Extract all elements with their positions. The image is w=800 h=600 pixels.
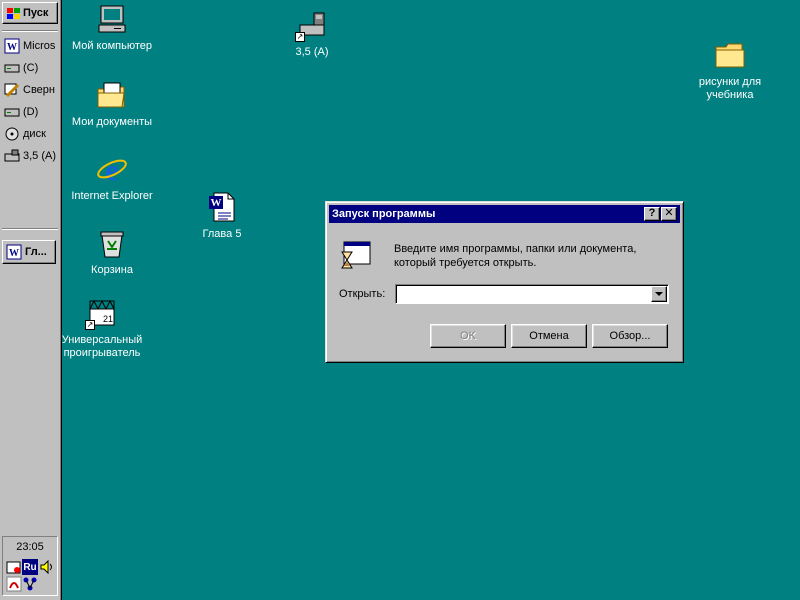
system-tray: 23:05 Ru [2,536,58,596]
floppy-drive-icon: ↗ [295,8,329,42]
start-label: Пуск [23,7,49,19]
desktop-icon-folder-illustrations[interactable]: рисунки для учебника [682,38,778,102]
desktop-icon-internet-explorer[interactable]: e Internet Explorer [64,152,160,203]
quick-launch-word[interactable]: W Micros [4,36,60,56]
quick-launch-drive-d[interactable]: (D) [4,102,60,122]
windows-logo-icon [6,7,21,20]
media-player-icon: 21 ↗ [85,296,119,330]
chevron-down-icon[interactable] [651,286,667,302]
desktop-icon-my-documents[interactable]: Мои документы [64,78,160,129]
desktop-icon-my-computer[interactable]: Мой компьютер [64,2,160,53]
open-input[interactable] [398,287,648,301]
language-indicator[interactable]: Ru [22,559,38,575]
my-documents-icon [95,78,129,112]
dialog-titlebar[interactable]: Запуск программы ? ✕ [329,205,680,223]
svg-text:W: W [7,42,17,53]
taskbar-divider [2,228,58,230]
quick-launch-floppy[interactable]: 3,5 (A) [4,146,60,166]
open-label: Открыть: [339,288,386,300]
desktop-icon-chapter5[interactable]: W Глава 5 [174,190,270,241]
desktop-icon-recycle-bin[interactable]: Корзина [64,226,160,277]
clock[interactable]: 23:05 [3,541,57,553]
word-icon: W [6,244,22,260]
network-icon[interactable] [22,576,38,592]
cd-drive-icon [4,126,20,142]
quick-launch-minimize-all[interactable]: Сверн [4,80,60,100]
minimize-windows-icon [4,82,20,98]
run-program-icon [338,240,372,274]
drive-icon [4,104,20,120]
dialog-title: Запуск программы [332,208,436,220]
my-computer-icon [95,2,129,36]
taskbar-divider [2,30,58,32]
dialog-description: Введите имя программы, папки или докумен… [394,243,637,269]
floppy-drive-icon [4,148,20,164]
help-button[interactable]: ? [644,207,660,221]
cancel-button[interactable]: Отмена [511,324,587,348]
browse-button[interactable]: Обзор... [592,324,668,348]
internet-explorer-icon: e [95,152,129,186]
shortcut-arrow-icon: ↗ [85,320,95,330]
drive-icon [4,60,20,76]
start-button[interactable]: Пуск [2,2,58,24]
open-combobox[interactable] [395,284,669,304]
word-icon: W [4,38,20,54]
scheduler-icon[interactable] [6,559,22,575]
svg-text:W: W [9,248,19,259]
folder-icon [713,38,747,72]
svg-text:21: 21 [103,314,113,324]
desktop-icon-floppy[interactable]: ↗ 3,5 (A) [264,8,360,59]
taskbar: Пуск W Micros (C) Сверн (D) диск 3,5 (A)… [0,0,62,600]
shortcut-arrow-icon: ↗ [295,32,305,42]
quick-launch-cd[interactable]: диск [4,124,60,144]
run-dialog: Запуск программы ? ✕ Введите имя програм… [325,201,684,363]
volume-icon[interactable] [39,559,55,575]
svg-text:e: e [105,154,118,185]
desktop-icon-media-player[interactable]: 21 ↗ Универсальный проигрыватель [54,296,150,360]
acrobat-icon[interactable] [6,576,22,592]
recycle-bin-icon [95,226,129,260]
ok-button[interactable]: OK [430,324,506,348]
svg-text:W: W [211,197,222,209]
close-button[interactable]: ✕ [661,207,677,221]
word-document-icon: W [205,190,239,224]
taskbar-button-chapter5[interactable]: W Гл... [2,240,56,264]
quick-launch-drive-c[interactable]: (C) [4,58,60,78]
